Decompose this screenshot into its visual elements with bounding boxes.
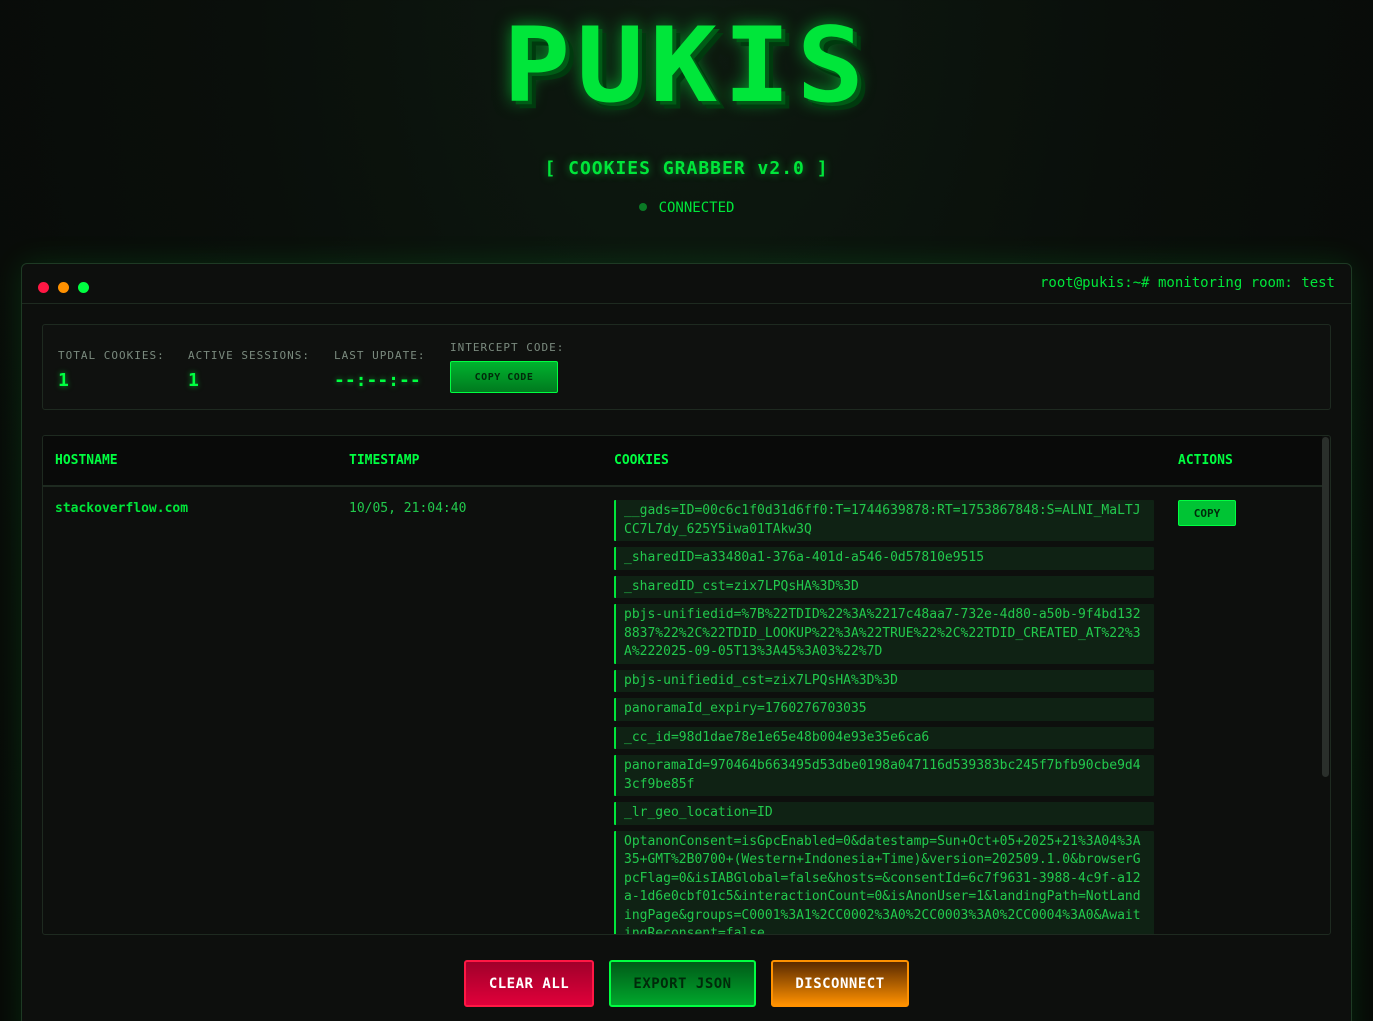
stat-value: 1: [188, 370, 199, 391]
stat-label: TOTAL COOKIES:: [58, 349, 165, 362]
column-header-cookies: COOKIES: [614, 453, 669, 468]
table-scrollbar[interactable]: [1322, 437, 1329, 777]
close-dot-icon[interactable]: [38, 282, 49, 293]
status-label: CONNECTED: [658, 200, 735, 216]
minimize-dot-icon[interactable]: [58, 282, 69, 293]
stat-value: --:--:--: [334, 370, 421, 391]
stat-label: LAST UPDATE:: [334, 349, 426, 362]
status-dot-icon: [638, 203, 647, 211]
stat-active-sessions: ACTIVE SESSIONS: 1: [188, 349, 310, 391]
export-json-button[interactable]: EXPORT JSON: [609, 960, 756, 1007]
maximize-dot-icon[interactable]: [78, 282, 89, 293]
cookie-item: _cc_id=98d1dae78e1e65e48b004e93e35e6ca6: [614, 726, 1154, 749]
stats-panel: TOTAL COOKIES: 1 ACTIVE SESSIONS: 1 LAST…: [42, 324, 1331, 410]
cookie-item: _sharedID=a33480a1-376a-401d-a546-0d5781…: [614, 547, 1154, 570]
cookie-item: _lr_geo_location=ID: [614, 802, 1154, 825]
stat-last-update: LAST UPDATE: --:--:--: [334, 349, 425, 391]
column-header-hostname: HOSTNAME: [55, 453, 118, 468]
app-logo: PUKIS: [502, 6, 871, 126]
stat-label: ACTIVE SESSIONS:: [188, 349, 310, 362]
cookie-item: panoramaId_expiry=1760276703035: [614, 698, 1154, 721]
copy-code-button[interactable]: COPY CODE: [450, 361, 558, 393]
terminal-prompt: root@pukis:~# monitoring room: test: [1039, 275, 1335, 291]
stat-value: 1: [58, 370, 69, 391]
cookie-item: pbjs-unifiedid_cst=zix7LPQsHA%3D%3D: [614, 669, 1154, 692]
column-header-timestamp: TIMESTAMP: [349, 453, 420, 468]
disconnect-button[interactable]: DISCONNECT: [771, 960, 909, 1007]
copy-cookies-button[interactable]: COPY: [1178, 500, 1236, 526]
cookie-list: __gads=ID=00c6c1f0d31d6ff0:T=1744639878:…: [614, 500, 1154, 934]
cookies-table: HOSTNAME TIMESTAMP COOKIES ACTIONS stack…: [42, 435, 1331, 935]
action-bar: CLEAR ALL EXPORT JSON DISCONNECT: [22, 960, 1353, 1010]
clear-all-button[interactable]: CLEAR ALL: [464, 960, 594, 1007]
cookie-item: __gads=ID=00c6c1f0d31d6ff0:T=1744639878:…: [614, 500, 1154, 541]
connection-status: CONNECTED: [0, 200, 1373, 216]
cookie-item: _sharedID_cst=zix7LPQsHA%3D%3D: [614, 575, 1154, 598]
row-hostname: stackoverflow.com: [55, 501, 189, 516]
stat-label: INTERCEPT CODE:: [450, 341, 565, 354]
table-header: HOSTNAME TIMESTAMP COOKIES ACTIONS: [43, 436, 1322, 487]
window-titlebar: root@pukis:~# monitoring room: test: [22, 264, 1351, 304]
cookie-item: OptanonConsent=isGpcEnabled=0&datestamp=…: [614, 830, 1154, 934]
cookie-item: pbjs-unifiedid=%7B%22TDID%22%3A%2217c48a…: [614, 604, 1154, 664]
terminal-window: root@pukis:~# monitoring room: test TOTA…: [21, 263, 1352, 1021]
row-timestamp: 10/05, 21:04:40: [349, 501, 467, 516]
stat-total-cookies: TOTAL COOKIES: 1: [58, 349, 165, 391]
header: PUKIS [ COOKIES GRABBER v2.0 ] CONNECTED: [0, 0, 1373, 250]
app-subtitle: [ COOKIES GRABBER v2.0 ]: [544, 158, 829, 179]
column-header-actions: ACTIONS: [1178, 453, 1233, 468]
window-controls: [38, 278, 98, 297]
cookie-item: panoramaId=970464b663495d53dbe0198a04711…: [614, 755, 1154, 796]
stat-intercept-code: INTERCEPT CODE: COPY CODE: [450, 341, 564, 393]
